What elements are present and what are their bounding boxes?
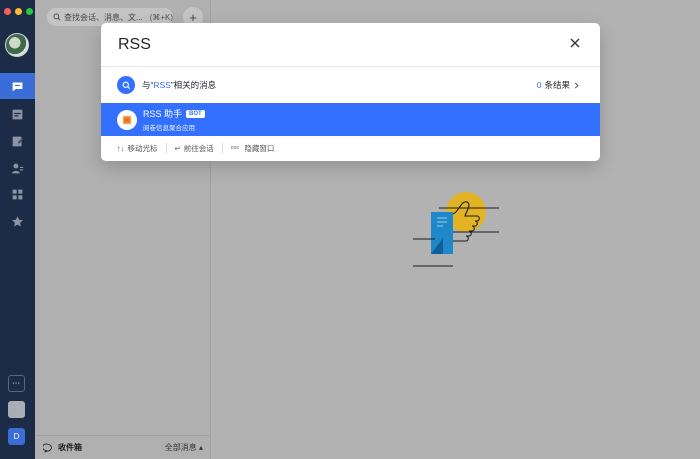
esc-key-icon: esc [230,145,240,151]
docs-icon [12,136,24,146]
rss-bot-avatar [117,109,137,130]
minimize-window-button[interactable] [15,8,22,15]
search-result-rss-assistant[interactable]: RSS 助手 BOT 阅卷信息聚合应用 [101,103,600,136]
result-subtitle: 阅卷信息聚合应用 [143,125,195,132]
result-count: 0 条结果 [537,79,580,91]
ellipsis-icon [12,382,20,384]
more-apps-button[interactable] [8,375,25,392]
messages-icon [12,81,23,91]
arrow-keys-icon: ↑↓ [117,143,125,153]
nav-item-apps[interactable] [0,181,35,207]
search-icon [117,76,135,94]
hint-hide-window: esc 隐藏窗口 [230,143,275,153]
chevron-right-icon [574,82,579,88]
nav-item-contacts[interactable] [0,155,35,181]
nav-item-favorites[interactable] [0,208,35,234]
zoom-window-button[interactable] [26,8,33,15]
enter-key-icon: ↵ [174,143,181,153]
apps-icon [12,189,23,199]
bot-badge: BOT [186,109,205,118]
result-count-number: 0 [536,80,542,90]
nav-item-docs[interactable] [0,128,35,154]
star-icon [12,215,23,226]
inbox-button[interactable]: 收件箱 [43,442,82,453]
related-messages-row[interactable]: 与“RSS”相关的消息 0 条结果 [101,67,600,103]
nav-item-messages[interactable] [0,73,35,99]
workspace-avatar[interactable] [8,401,25,418]
result-count-label: 条结果 [544,80,570,90]
all-messages-filter[interactable]: 全部消息 ▴ [165,442,203,453]
contacts-icon [11,163,24,173]
keyboard-hints: ↑↓ 移动光标 ↵ 前往会话 esc 隐藏窗口 [101,136,600,160]
hint-go-to-chat: ↵ 前往会话 [174,143,214,153]
chat-list-footer: 收件箱 全部消息 ▴ [35,435,211,459]
window-controls [4,8,33,15]
result-title: RSS 助手 [143,109,183,119]
close-window-button[interactable] [4,8,11,15]
search-placeholder: 查找会话、消息、文... [63,12,143,22]
calendar-icon [12,109,23,119]
search-keyword: RSS [153,80,171,90]
nav-rail: D [0,0,35,459]
chat-bubble-icon [43,443,52,453]
inbox-label: 收件箱 [58,443,82,452]
empty-state-illustration [413,192,499,267]
user-avatar[interactable] [5,33,29,57]
search-query-input[interactable]: RSS [118,36,151,54]
account-avatar[interactable]: D [8,428,25,445]
divider [221,143,223,153]
close-icon[interactable] [568,36,582,50]
search-icon [53,13,61,21]
rss-app-icon [122,115,132,124]
nav-item-calendar[interactable] [0,101,35,127]
related-messages-label: 与“RSS”相关的消息 [142,80,217,90]
search-shortcut: (⌘+K) [149,12,173,22]
search-modal-header: RSS [101,23,600,67]
hint-move-cursor: ↑↓ 移动光标 [117,143,158,153]
divider [165,143,167,153]
search-modal: RSS 与“RSS”相关的消息 0 条结果 RSS 助手 BOT 阅卷信息聚合应… [101,23,600,161]
